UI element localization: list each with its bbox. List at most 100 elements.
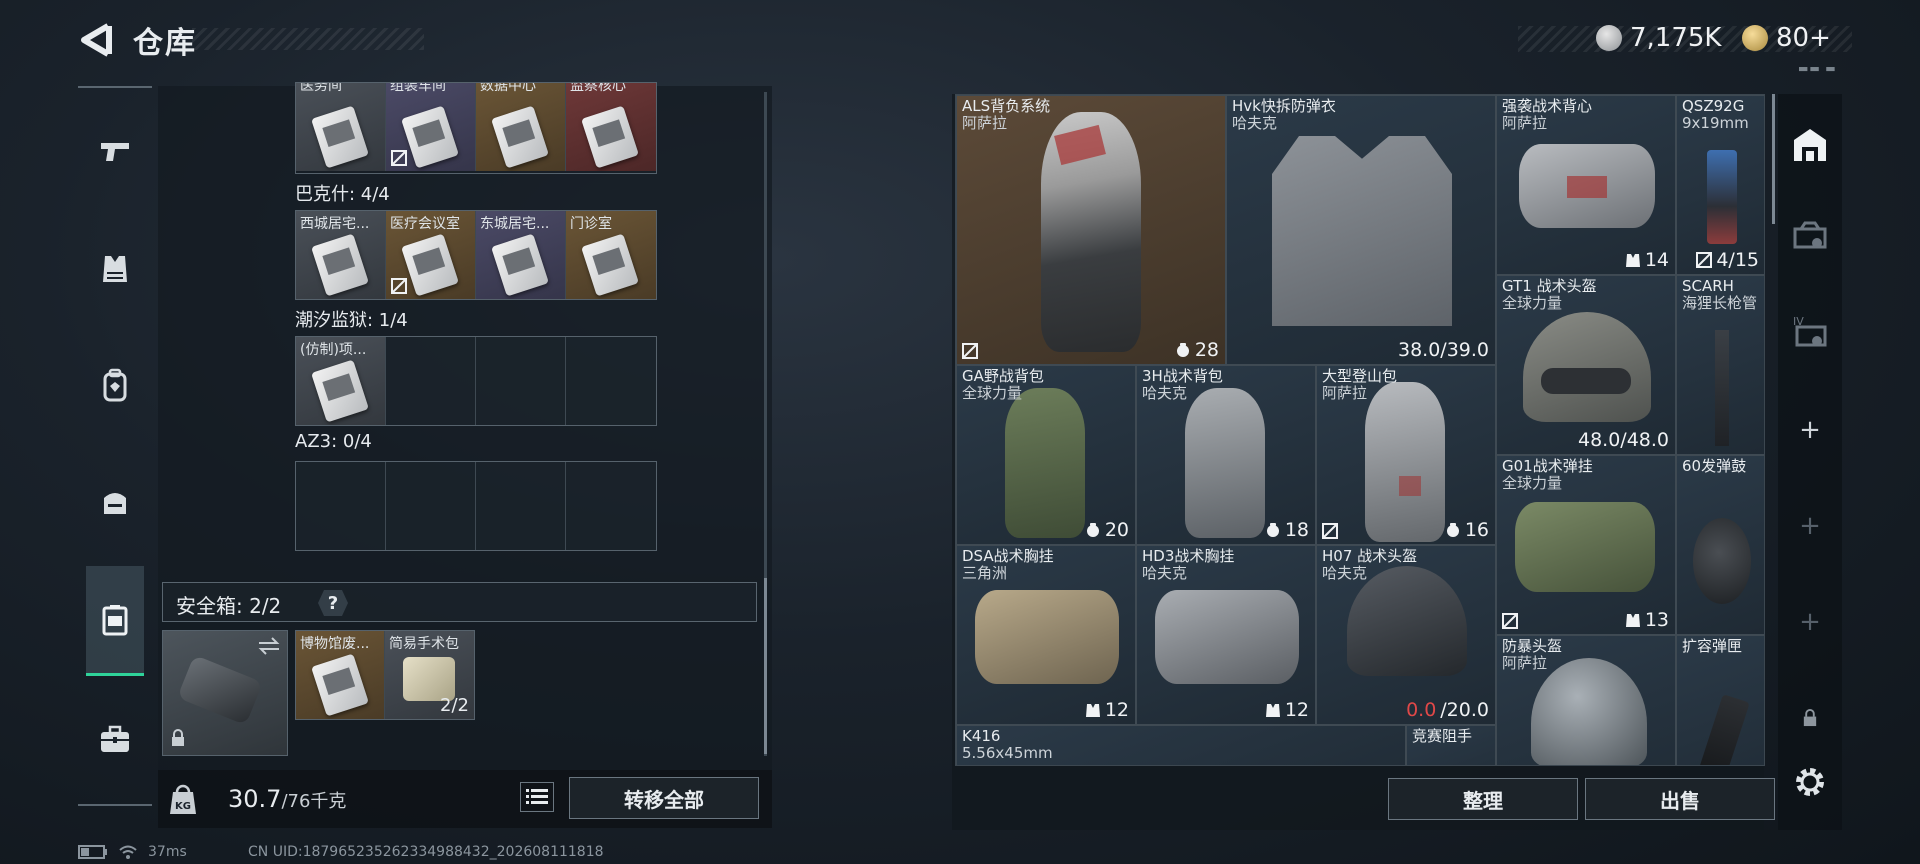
key-slot[interactable]: 监察核心 — [566, 83, 656, 171]
key-group-label: AZ3: 0/4 — [295, 431, 372, 452]
key-slot[interactable]: 东城居宅... — [476, 211, 566, 299]
item-image — [1715, 330, 1729, 446]
item-name: H07 战术头盔 — [1322, 547, 1418, 565]
inventory-item-scarh[interactable]: SCARH 海狸长枪管 — [1676, 275, 1764, 455]
inventory-item-riot[interactable]: 防暴头盔 阿萨拉 — [1496, 635, 1676, 765]
key-slot[interactable]: 门诊室 — [566, 211, 656, 299]
inventory-item-k416[interactable]: K416 5.56x45mm — [956, 725, 1406, 765]
item-name: 防暴头盔 — [1502, 637, 1563, 655]
rail-tab-armor[interactable] — [86, 240, 144, 298]
currency-gold[interactable]: 80+ — [1742, 20, 1831, 56]
sort-button[interactable]: 整理 — [1388, 778, 1578, 820]
swap-icon[interactable] — [257, 637, 281, 655]
item-name: QSZ92G — [1682, 97, 1745, 115]
inventory-item-gt1[interactable]: GT1 战术头盔 全球力量 48.0/48.0 — [1496, 275, 1676, 455]
inventory-item-comp[interactable]: 竞赛阻手 — [1406, 725, 1496, 765]
key-slot[interactable]: (仿制)项... — [296, 337, 386, 425]
item-subtitle: 阿萨拉 — [1322, 384, 1368, 402]
key-slot-empty[interactable] — [386, 462, 476, 550]
item-image — [1185, 388, 1265, 538]
item-image — [1155, 590, 1299, 684]
back-arrow-icon[interactable] — [78, 20, 112, 60]
rail-tab-medkit[interactable] — [86, 710, 144, 768]
quantity-value: /20.0 — [1440, 699, 1489, 721]
sell-button[interactable]: 出售 — [1585, 778, 1775, 820]
settings-gear-icon[interactable] — [1790, 762, 1830, 802]
capacity-icon — [1176, 343, 1189, 357]
item-subtitle: 哈夫克 — [1322, 564, 1368, 582]
storage-tab-2[interactable] — [1790, 216, 1830, 256]
key-slot-empty[interactable] — [296, 462, 386, 550]
keycard-image — [311, 359, 369, 423]
key-group-label: 潮汐监狱: 1/4 — [295, 310, 408, 331]
safe-item-surgery-kit[interactable]: 简易手术包 2/2 — [385, 631, 474, 719]
item-name: 大型登山包 — [1322, 367, 1398, 385]
inventory-item-qsz[interactable]: QSZ92G 9x19mm 4/15 — [1676, 95, 1764, 275]
key-slot-empty[interactable] — [476, 462, 566, 550]
key-slot-empty[interactable] — [566, 462, 656, 550]
inventory-item-als[interactable]: ALS背负系统 阿萨拉 28 — [956, 95, 1226, 365]
item-quantity: 48.0/48.0 — [1578, 429, 1669, 451]
wifi-icon — [119, 845, 137, 859]
rail-tab-backpack[interactable] — [86, 356, 144, 414]
key-slot-empty[interactable] — [476, 337, 566, 425]
rail-tab-weapons[interactable] — [86, 122, 144, 180]
rig-slots-icon — [1085, 704, 1100, 717]
inventory-item-ga[interactable]: GA野战背包 全球力量 20 — [956, 365, 1136, 545]
inventory-item-ext[interactable]: 扩容弹匣 — [1676, 635, 1764, 765]
inventory-item-g01[interactable]: G01战术弹挂 全球力量 13 — [1496, 455, 1676, 635]
inventory-item-mount[interactable]: 大型登山包 阿萨拉 16 — [1316, 365, 1496, 545]
capacity-icon — [1446, 523, 1459, 537]
inventory-item-raid[interactable]: 强袭战术背心 阿萨拉 14 — [1496, 95, 1676, 275]
key-slot-empty[interactable] — [566, 337, 656, 425]
key-slot[interactable]: 西城居宅... — [296, 211, 386, 299]
inventory-item-3h[interactable]: 3H战术背包 哈夫克 18 — [1136, 365, 1316, 545]
key-slot[interactable]: 组装车间 — [386, 83, 476, 171]
key-name: 医疗会议室 — [390, 216, 460, 232]
rail-tab-chest-rig[interactable] — [86, 474, 144, 532]
item-flag — [962, 343, 978, 359]
item-quantity: 14 — [1625, 249, 1669, 271]
transfer-all-button[interactable]: 转移全部 — [569, 777, 759, 819]
item-name: Hvk快拆防弹衣 — [1232, 97, 1336, 115]
item-name: K416 — [962, 727, 1001, 745]
item-subtitle: 5.56x45mm — [962, 744, 1053, 762]
key-grid: 西城居宅... 医疗会议室 东城居宅... 门诊室 — [295, 210, 657, 300]
item-flag — [1502, 613, 1518, 629]
list-view-button[interactable] — [520, 782, 554, 812]
inventory-scrollbar-thumb[interactable] — [1772, 94, 1775, 224]
rail-tab-keys[interactable] — [86, 566, 144, 676]
safe-box-container[interactable] — [162, 630, 288, 756]
help-button[interactable]: ? — [318, 590, 348, 616]
key-slot[interactable]: 数据中心 — [476, 83, 566, 171]
inventory-item-h07[interactable]: H07 战术头盔 哈夫克 0.0/20.0 — [1316, 545, 1496, 725]
quantity-value: 18 — [1284, 519, 1309, 541]
item-name: DSA战术胸挂 — [962, 547, 1054, 565]
key-grid: (仿制)项... — [295, 336, 657, 426]
capacity-icon — [1086, 523, 1099, 537]
inventory-item-hd3[interactable]: HD3战术胸挂 哈夫克 12 — [1136, 545, 1316, 725]
item-name: GT1 战术头盔 — [1502, 277, 1597, 295]
item-image — [1515, 502, 1655, 592]
add-storage-button-locked: + — [1799, 607, 1821, 637]
key-slot[interactable]: 医务间 — [296, 83, 386, 171]
storage-tab-main[interactable] — [1790, 124, 1830, 164]
user-uid: CN UID:1879652352623349884​32_2026081118… — [248, 844, 604, 860]
inventory-item-dsa[interactable]: DSA战术胸挂 三角洲 12 — [956, 545, 1136, 725]
item-quantity: 38.0/39.0 — [1398, 339, 1489, 361]
inventory-item-hvk[interactable]: Hvk快拆防弹衣 哈夫克 38.0/39.0 — [1226, 95, 1496, 365]
key-panel-scrollbar-thumb[interactable] — [764, 578, 767, 754]
key-slot-empty[interactable] — [386, 337, 476, 425]
safe-item-museum[interactable]: 博物馆废... — [296, 631, 385, 719]
weight-icon-label: KG — [175, 801, 191, 812]
no-drop-icon — [962, 343, 978, 359]
currency-silver: 7,175K — [1596, 20, 1721, 56]
add-storage-button[interactable]: + — [1790, 410, 1830, 450]
page-title: 仓库 — [133, 26, 197, 61]
inventory-item-drum[interactable]: 60发弹鼓 — [1676, 455, 1764, 635]
key-slot[interactable]: 医疗会议室 — [386, 211, 476, 299]
item-subtitle: 哈夫克 — [1232, 114, 1278, 132]
storage-tab-4[interactable]: IV — [1790, 312, 1830, 352]
rig-icon — [104, 493, 126, 514]
key-name: 数据中心 — [480, 83, 536, 94]
